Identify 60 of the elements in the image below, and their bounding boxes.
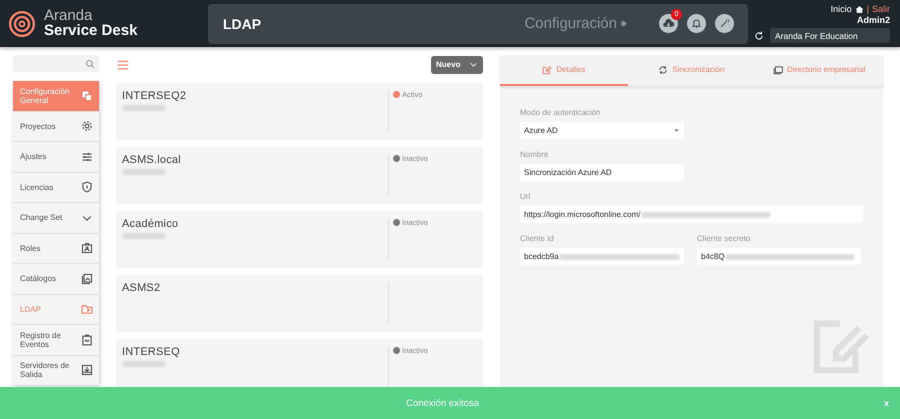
sidebar-item[interactable]: Registro de Eventos <box>13 325 99 356</box>
magic-wand-icon <box>719 18 730 29</box>
input-field[interactable]: bcedcb9a <box>520 248 684 265</box>
connection-name: ASMS2 <box>122 282 162 294</box>
field-label: Nombre <box>520 150 550 159</box>
windows-icon <box>773 64 784 74</box>
images-icon <box>81 272 93 285</box>
refresh-icon <box>754 30 764 40</box>
user-name: Admin2 <box>856 15 890 25</box>
connection-name: INTERSEQ2 <box>122 90 188 102</box>
gear-icon <box>619 19 628 28</box>
cloud-download-icon <box>662 17 675 30</box>
sidebar-group[interactable]: Change Set <box>13 203 99 234</box>
toast-message: Conexión exitosa <box>406 398 479 408</box>
brand-name: Aranda <box>44 8 94 23</box>
separator: | <box>866 4 869 14</box>
home-icon <box>854 4 864 14</box>
folder-icon <box>81 303 93 316</box>
search-field[interactable] <box>13 55 99 72</box>
bell-icon <box>691 18 702 29</box>
connection-name: INTERSEQ <box>122 346 181 358</box>
sidebar-item[interactable]: Catálogos <box>13 264 99 294</box>
magic-wand-button[interactable] <box>715 14 734 33</box>
connection-name: ASMS.local <box>122 154 182 166</box>
search-icon <box>85 58 95 68</box>
field-label: Modo de autenticación <box>520 108 602 117</box>
new-button[interactable]: Nuevo <box>431 56 483 74</box>
edit-icon <box>542 64 552 74</box>
menu-icon <box>116 58 130 70</box>
connection-name: Académico <box>122 218 180 230</box>
connection-card[interactable]: ASMS2 <box>116 275 483 332</box>
input-field[interactable]: Sincronización Azure AD <box>520 164 684 181</box>
gear-icon <box>81 120 93 132</box>
sidebar-item[interactable]: Servidores de Salida <box>13 356 99 386</box>
shield-icon <box>81 181 93 194</box>
dropdown[interactable]: Azure AD <box>520 122 684 139</box>
copy-icon <box>81 90 93 102</box>
dropdown-arrow-icon <box>673 127 680 134</box>
input-field[interactable]: https://login.microsoftonline.com/ <box>520 206 863 223</box>
field-label: Cliente Id <box>520 234 555 243</box>
inbox-icon <box>81 364 93 376</box>
sidebar-item[interactable]: Proyectos <box>13 112 99 142</box>
sliders-icon <box>81 150 93 163</box>
field-label: Url <box>520 192 532 201</box>
brand-product: Service Desk <box>44 23 138 39</box>
spiral-logo-icon <box>8 10 36 38</box>
logout-link[interactable]: Salir <box>872 4 890 14</box>
sidebar-item[interactable]: Licencias <box>13 172 99 203</box>
sync-icon <box>658 64 668 74</box>
workspace-field[interactable]: Aranda For Education <box>770 28 890 43</box>
home-link[interactable]: Inicio <box>830 4 852 14</box>
input-field[interactable]: b4c8Q <box>697 248 861 265</box>
bell-button[interactable] <box>687 14 706 33</box>
sidebar-item[interactable]: Ajustes <box>13 142 99 172</box>
page-title: LDAP <box>223 16 262 32</box>
id-badge-icon <box>81 242 93 254</box>
sidebar-item[interactable]: Roles <box>13 234 99 264</box>
clipboard-icon <box>81 334 93 346</box>
section-title: Configuración <box>524 15 617 32</box>
field-label: Cliente secreto <box>697 234 752 243</box>
